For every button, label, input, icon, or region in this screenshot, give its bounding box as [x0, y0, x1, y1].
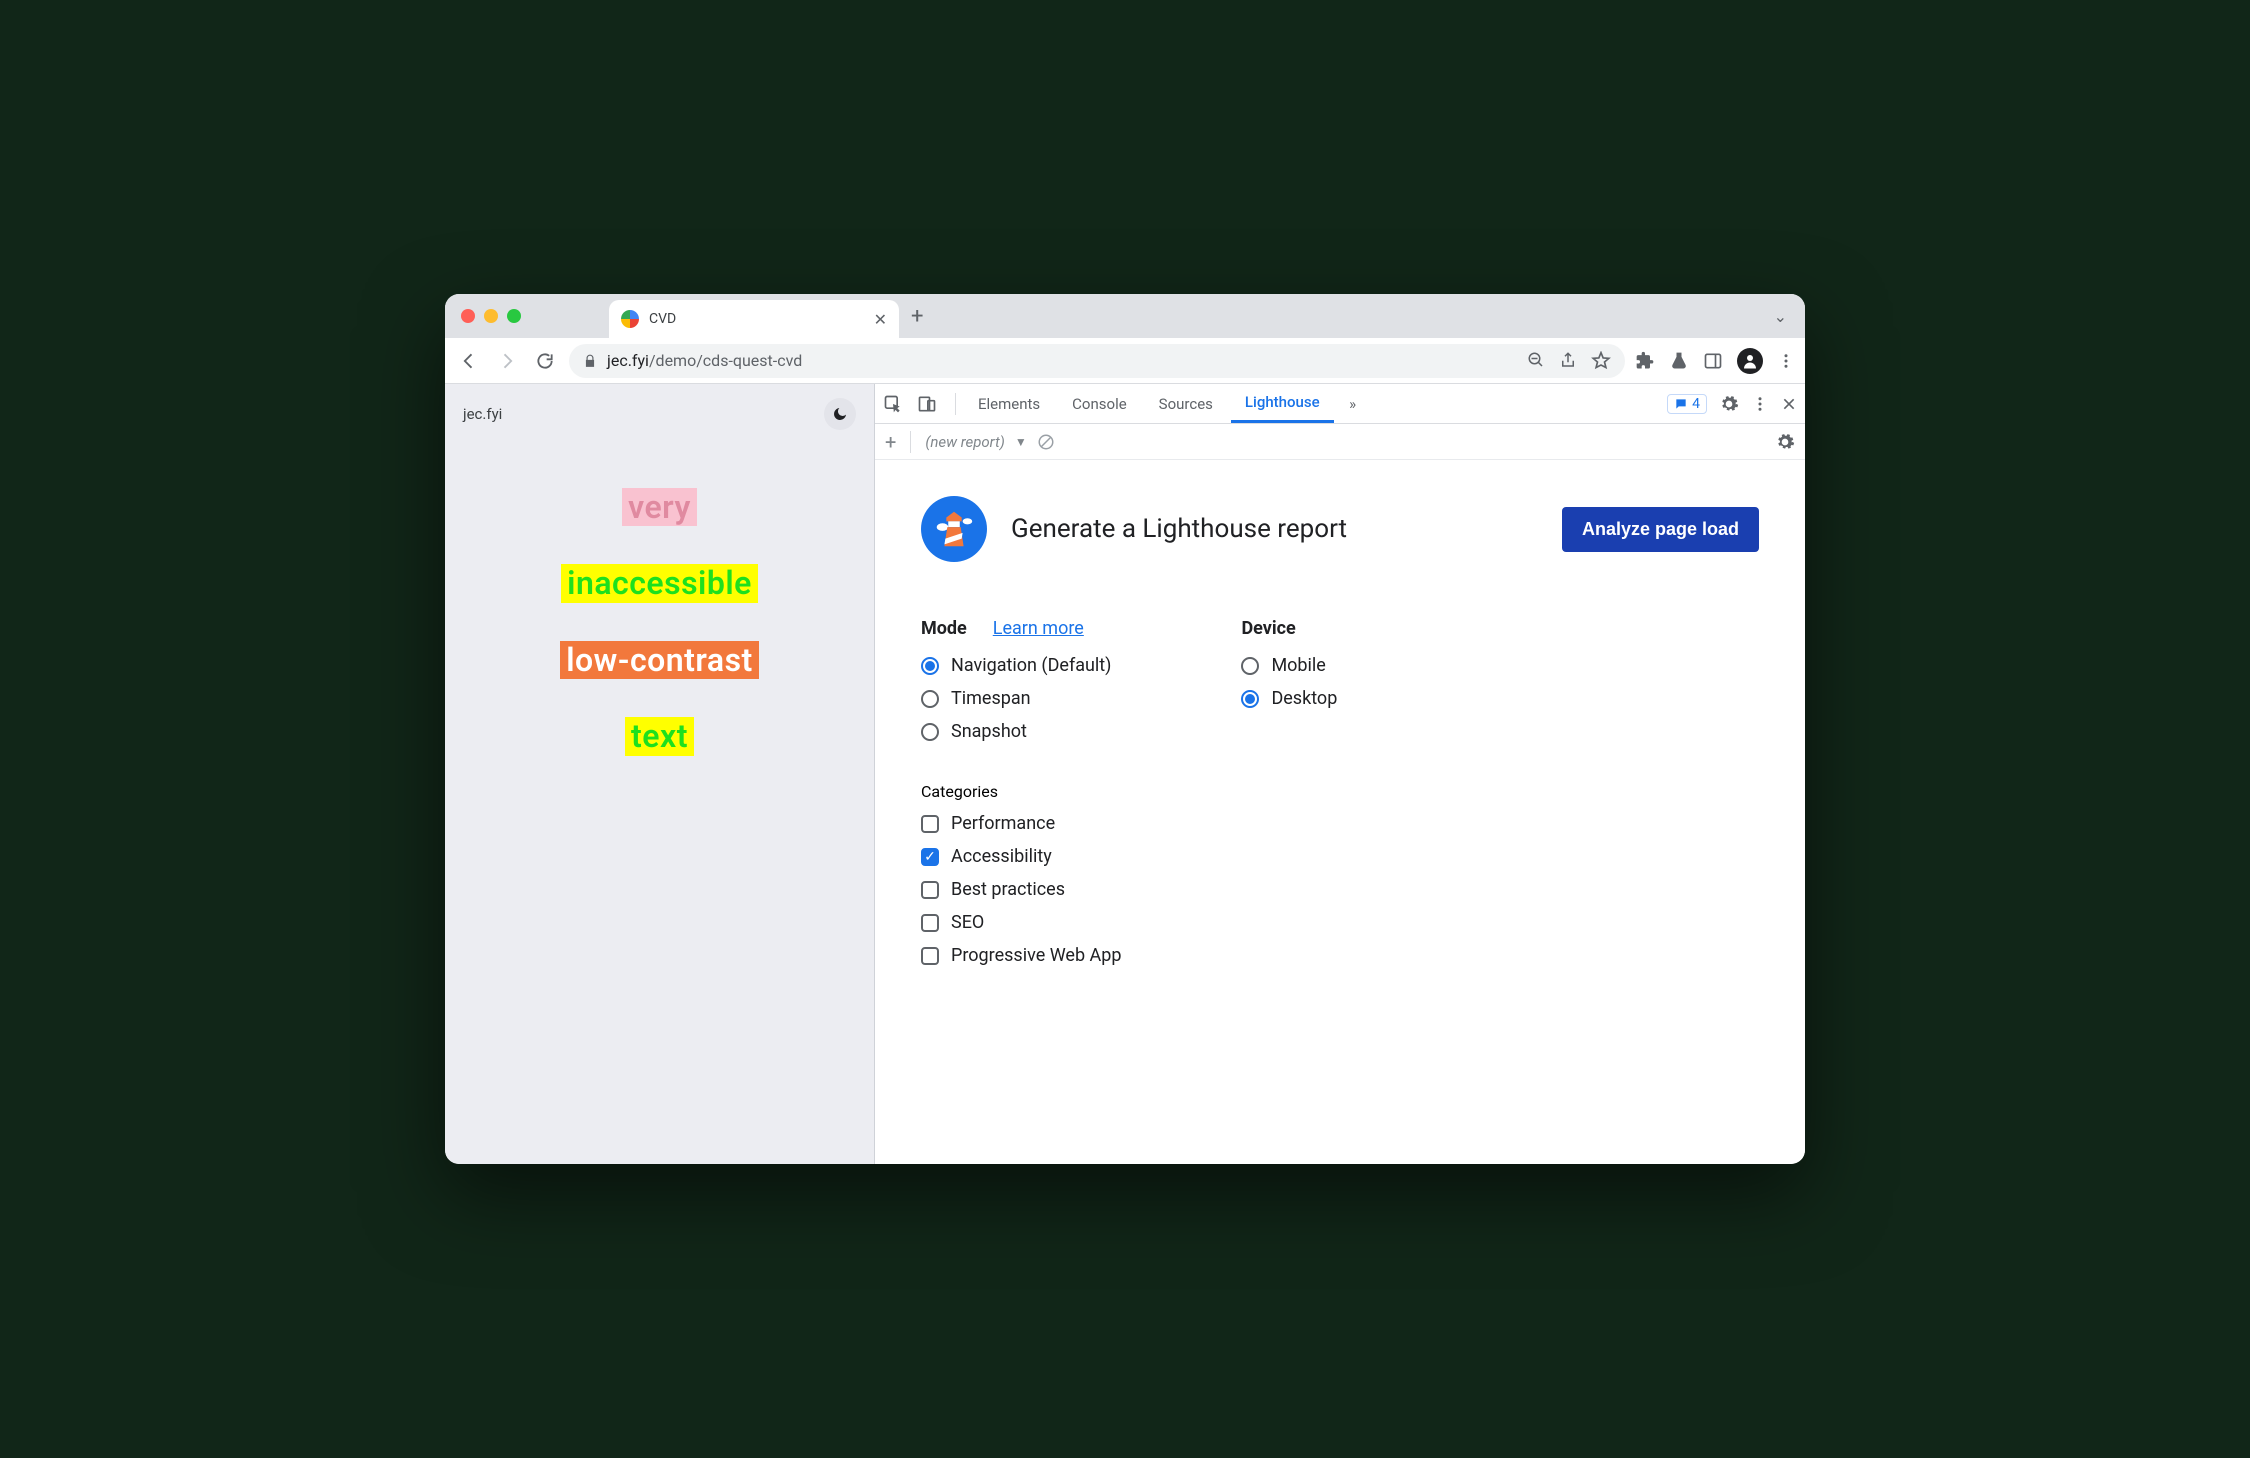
tab-lighthouse[interactable]: Lighthouse — [1231, 384, 1334, 423]
lighthouse-settings-icon[interactable] — [1775, 432, 1795, 452]
device-option[interactable]: Mobile — [1241, 655, 1337, 676]
window-controls — [461, 309, 521, 323]
device-section: Device Mobile Desktop — [1241, 618, 1337, 742]
toolbar-actions — [1635, 348, 1795, 374]
learn-more-link[interactable]: Learn more — [993, 618, 1084, 639]
checkbox-icon — [921, 881, 939, 899]
tab-title: CVD — [649, 311, 864, 327]
bookmark-icon[interactable] — [1591, 351, 1611, 371]
share-icon[interactable] — [1559, 351, 1577, 371]
forward-button[interactable] — [493, 347, 521, 375]
more-tabs-icon[interactable]: » — [1338, 395, 1368, 413]
content-split: jec.fyi very inaccessible low-contrast t… — [445, 384, 1805, 1164]
lock-icon — [583, 354, 597, 368]
issues-count: 4 — [1692, 396, 1700, 412]
categories-label: Categories — [921, 782, 1759, 801]
browser-toolbar: jec.fyi/demo/cds-quest-cvd — [445, 338, 1805, 384]
browser-tab[interactable]: CVD ✕ — [609, 300, 899, 338]
mode-label: Mode — [921, 618, 967, 639]
extensions-icon[interactable] — [1635, 351, 1655, 371]
option-label: Progressive Web App — [951, 945, 1121, 966]
category-option[interactable]: Best practices — [921, 879, 1759, 900]
device-toggle-icon[interactable] — [917, 394, 947, 414]
close-tab-icon[interactable]: ✕ — [874, 310, 887, 329]
chevron-down-icon[interactable]: ▼ — [1015, 435, 1027, 449]
sample-text: very — [622, 488, 697, 526]
browser-window: CVD ✕ + ⌄ jec.fyi/demo/cds-quest-cvd — [445, 294, 1805, 1164]
option-label: Accessibility — [951, 846, 1052, 867]
browser-menu-icon[interactable] — [1777, 352, 1795, 370]
sample-text: text — [625, 717, 694, 755]
option-label: Navigation (Default) — [951, 655, 1111, 676]
tab-favicon — [621, 310, 639, 328]
devtools-menu-icon[interactable] — [1751, 395, 1769, 413]
panel-title: Generate a Lighthouse report — [1011, 514, 1538, 544]
option-label: Performance — [951, 813, 1055, 834]
issues-badge[interactable]: 4 — [1667, 394, 1707, 414]
analyze-button[interactable]: Analyze page load — [1562, 507, 1759, 552]
checkbox-icon: ✓ — [921, 848, 939, 866]
option-label: Mobile — [1271, 655, 1325, 676]
lighthouse-subbar: + (new report) ▼ — [875, 424, 1805, 460]
radio-icon — [921, 723, 939, 741]
category-option[interactable]: ✓ Accessibility — [921, 846, 1759, 867]
option-label: Snapshot — [951, 721, 1027, 742]
sample-text: inaccessible — [561, 564, 758, 602]
new-tab-button[interactable]: + — [911, 304, 923, 329]
mode-option[interactable]: Timespan — [921, 688, 1111, 709]
reload-button[interactable] — [531, 347, 559, 375]
webpage-pane: jec.fyi very inaccessible low-contrast t… — [445, 384, 875, 1164]
option-label: Desktop — [1271, 688, 1337, 709]
profile-avatar[interactable] — [1737, 348, 1763, 374]
labs-icon[interactable] — [1669, 351, 1689, 371]
option-label: Timespan — [951, 688, 1031, 709]
radio-icon — [921, 657, 939, 675]
dark-mode-toggle[interactable] — [824, 398, 856, 430]
report-selector[interactable]: (new report) — [925, 433, 1004, 451]
category-option[interactable]: SEO — [921, 912, 1759, 933]
radio-icon — [921, 690, 939, 708]
lighthouse-panel: Generate a Lighthouse report Analyze pag… — [875, 460, 1805, 1164]
lighthouse-logo — [921, 496, 987, 562]
tab-strip: CVD ✕ + ⌄ — [445, 294, 1805, 338]
device-option[interactable]: Desktop — [1241, 688, 1337, 709]
inspect-icon[interactable] — [883, 394, 913, 414]
sidepanel-icon[interactable] — [1703, 351, 1723, 371]
tab-sources[interactable]: Sources — [1145, 384, 1227, 423]
radio-icon — [1241, 690, 1259, 708]
mode-option[interactable]: Snapshot — [921, 721, 1111, 742]
maximize-window-button[interactable] — [507, 309, 521, 323]
category-option[interactable]: Performance — [921, 813, 1759, 834]
url-text: jec.fyi/demo/cds-quest-cvd — [607, 351, 1517, 370]
minimize-window-button[interactable] — [484, 309, 498, 323]
clear-icon[interactable] — [1037, 433, 1055, 451]
mode-option[interactable]: Navigation (Default) — [921, 655, 1111, 676]
option-label: Best practices — [951, 879, 1065, 900]
close-window-button[interactable] — [461, 309, 475, 323]
site-label: jec.fyi — [463, 405, 502, 423]
checkbox-icon — [921, 914, 939, 932]
devtools-pane: Elements Console Sources Lighthouse » 4 … — [875, 384, 1805, 1164]
back-button[interactable] — [455, 347, 483, 375]
checkbox-icon — [921, 815, 939, 833]
tab-elements[interactable]: Elements — [964, 384, 1054, 423]
mode-section: Mode Learn more Navigation (Default) Time… — [921, 618, 1111, 742]
devtools-tabbar: Elements Console Sources Lighthouse » 4 — [875, 384, 1805, 424]
tab-console[interactable]: Console — [1058, 384, 1141, 423]
sample-text: low-contrast — [560, 641, 759, 679]
zoom-icon[interactable] — [1527, 351, 1545, 371]
option-label: SEO — [951, 912, 984, 933]
tab-overflow-icon[interactable]: ⌄ — [1774, 307, 1787, 326]
categories-section: Categories Performance ✓ Accessibility Best… — [921, 782, 1759, 966]
close-devtools-icon[interactable] — [1781, 396, 1797, 412]
category-option[interactable]: Progressive Web App — [921, 945, 1759, 966]
checkbox-icon — [921, 947, 939, 965]
radio-icon — [1241, 657, 1259, 675]
address-bar[interactable]: jec.fyi/demo/cds-quest-cvd — [569, 344, 1625, 378]
device-label: Device — [1241, 618, 1295, 639]
devtools-settings-icon[interactable] — [1719, 394, 1739, 414]
new-report-button[interactable]: + — [885, 430, 896, 454]
